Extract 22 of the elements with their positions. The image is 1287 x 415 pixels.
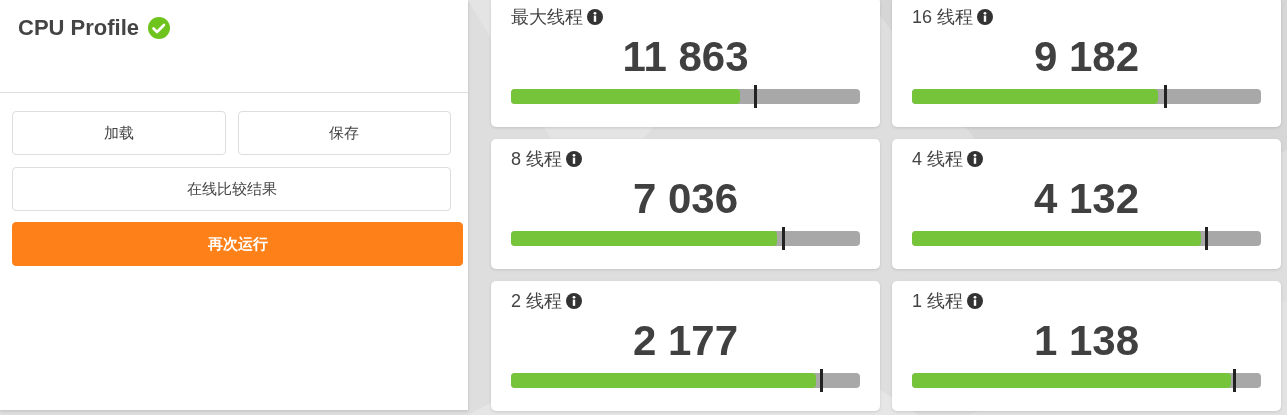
panel-title: CPU Profile	[18, 14, 140, 42]
score-label: 8 线程	[511, 148, 562, 171]
score-label: 最大线程	[511, 6, 583, 29]
info-icon[interactable]	[967, 293, 983, 309]
score-value: 2 177	[631, 316, 740, 366]
info-icon[interactable]	[566, 293, 582, 309]
score-value: 4 132	[1032, 174, 1141, 224]
score-label: 4 线程	[912, 148, 963, 171]
score-label: 2 线程	[511, 290, 562, 313]
info-icon[interactable]	[587, 9, 603, 25]
score-value: 1 138	[1032, 316, 1141, 366]
info-icon[interactable]	[967, 151, 983, 167]
compare-button[interactable]: 在线比较结果	[12, 167, 451, 211]
info-icon[interactable]	[566, 151, 582, 167]
panel-button[interactable]: 保存	[237, 111, 451, 155]
score-value: 7 036	[631, 174, 740, 224]
score-value: 11 863	[621, 32, 750, 82]
score-label: 1 线程	[912, 290, 963, 313]
info-icon[interactable]	[977, 9, 994, 25]
panel-button[interactable]: 加载	[12, 111, 226, 155]
score-label: 16 线程	[912, 6, 974, 29]
score-value: 9 182	[1032, 32, 1141, 82]
